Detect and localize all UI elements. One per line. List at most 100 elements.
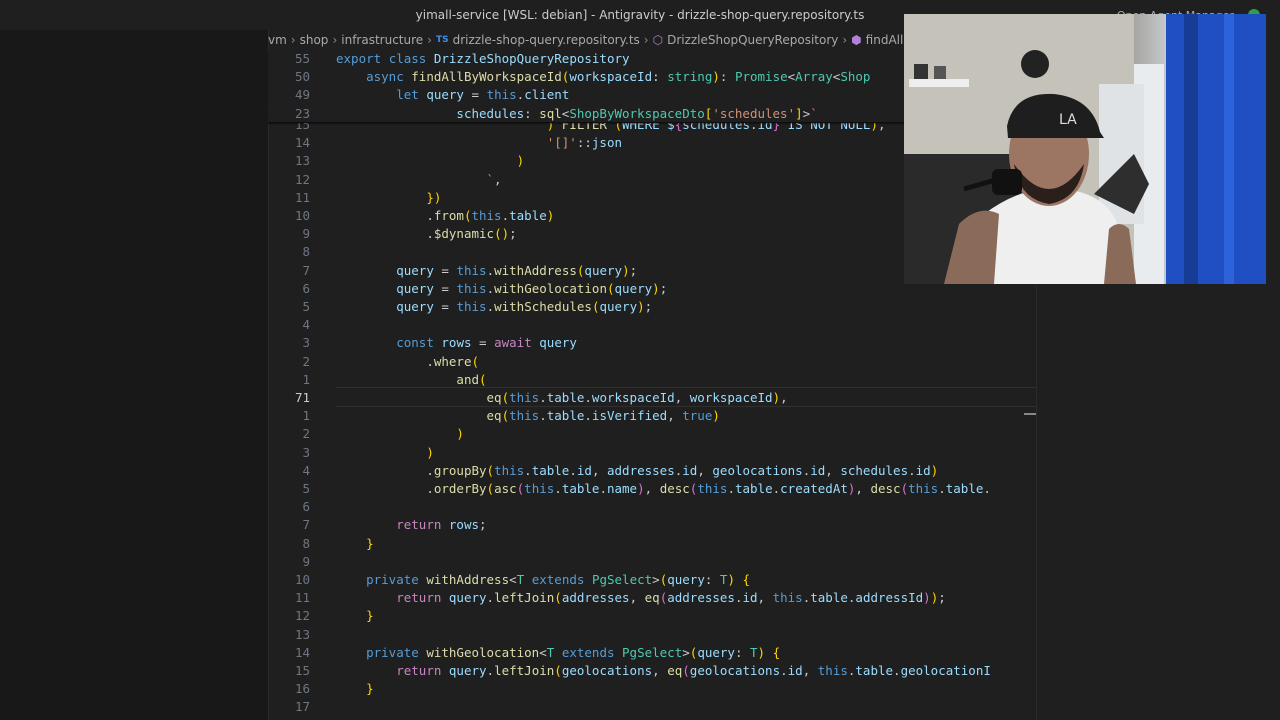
chevron-right-icon: › bbox=[643, 33, 649, 47]
code-text[interactable]: } bbox=[336, 607, 374, 625]
breadcrumb-item[interactable]: infrastructure bbox=[341, 33, 423, 47]
code-line[interactable]: 7 return rows; bbox=[268, 516, 1036, 534]
code-line[interactable]: 8 } bbox=[268, 535, 1036, 553]
code-text[interactable]: return query.leftJoin(addresses, eq(addr… bbox=[336, 589, 946, 607]
chevron-right-icon: › bbox=[427, 33, 432, 47]
code-text[interactable]: let query = this.client bbox=[336, 86, 569, 104]
code-text[interactable]: ) bbox=[336, 444, 434, 462]
code-line[interactable]: 3 ) bbox=[268, 444, 1036, 462]
code-text[interactable]: ) bbox=[336, 152, 525, 170]
line-number: 5 bbox=[302, 481, 310, 496]
code-text[interactable]: async findAllByWorkspaceId(workspaceId: … bbox=[336, 68, 870, 86]
typescript-file-icon: TS bbox=[435, 35, 449, 45]
line-number: 10 bbox=[294, 208, 310, 223]
line-number: 11 bbox=[294, 189, 310, 205]
code-text[interactable]: const rows = await query bbox=[336, 334, 577, 352]
code-line[interactable]: 17 bbox=[268, 698, 1036, 716]
code-line[interactable]: 5 .orderBy(asc(this.table.name), desc(th… bbox=[268, 480, 1036, 498]
line-number: 8 bbox=[302, 535, 310, 551]
line-number: 4 bbox=[302, 462, 310, 478]
line-number: 17 bbox=[294, 699, 310, 715]
code-text[interactable]: ) bbox=[336, 425, 464, 443]
method-symbol-icon: ⬢ bbox=[851, 33, 862, 47]
line-number: 6 bbox=[302, 280, 310, 296]
code-text[interactable]: private withGeolocation<T extends PgSele… bbox=[336, 644, 780, 662]
code-text[interactable]: eq(this.table.isVerified, true) bbox=[336, 407, 720, 425]
line-number: 49 bbox=[294, 87, 310, 103]
line-number: 8 bbox=[302, 244, 310, 260]
code-line[interactable]: 5 query = this.withSchedules(query); bbox=[268, 298, 1036, 316]
webcam-overlay: LA bbox=[904, 14, 1266, 284]
svg-text:LA: LA bbox=[1059, 112, 1077, 128]
code-text[interactable]: `, bbox=[336, 171, 502, 189]
line-number: 12 bbox=[294, 608, 310, 624]
line-number: 9 bbox=[302, 226, 310, 242]
overview-ruler-marker bbox=[1024, 413, 1036, 415]
sidebar-area bbox=[0, 30, 269, 720]
code-line[interactable]: 12 } bbox=[268, 607, 1036, 625]
code-text[interactable]: .groupBy(this.table.id, addresses.id, ge… bbox=[336, 462, 938, 480]
line-number: 11 bbox=[294, 590, 310, 606]
empty-pane bbox=[1036, 285, 1280, 720]
code-text[interactable]: .from(this.table) bbox=[336, 207, 554, 225]
code-text[interactable]: .orderBy(asc(this.table.name), desc(this… bbox=[336, 480, 991, 498]
code-line[interactable]: 2 ) bbox=[268, 425, 1036, 443]
window-title: yimall-service [WSL: debian] - Antigravi… bbox=[415, 8, 865, 22]
code-line[interactable]: 15 return query.leftJoin(geolocations, e… bbox=[268, 662, 1036, 680]
code-line[interactable]: 9 bbox=[268, 553, 1036, 571]
code-line[interactable]: 13 bbox=[268, 626, 1036, 644]
code-text[interactable]: '[]'::json bbox=[336, 134, 622, 152]
code-text[interactable]: } bbox=[336, 680, 374, 698]
line-number: 13 bbox=[294, 153, 310, 169]
code-line[interactable]: 6 bbox=[268, 498, 1036, 516]
code-line[interactable]: 4 bbox=[268, 316, 1036, 334]
breadcrumb-item[interactable]: vm bbox=[268, 33, 287, 47]
code-text[interactable]: }) bbox=[336, 189, 441, 207]
line-number: 15 bbox=[294, 663, 310, 678]
code-line[interactable]: 1 eq(this.table.isVerified, true) bbox=[268, 407, 1036, 425]
code-line[interactable]: 11 return query.leftJoin(addresses, eq(a… bbox=[268, 589, 1036, 607]
line-number: 14 bbox=[294, 644, 310, 660]
code-text[interactable]: .$dynamic(); bbox=[336, 225, 516, 243]
code-line[interactable]: 2 .where( bbox=[268, 353, 1036, 371]
chevron-right-icon: › bbox=[290, 33, 296, 47]
code-text[interactable]: query = this.withSchedules(query); bbox=[336, 298, 652, 316]
breadcrumb-item[interactable]: DrizzleShopQueryRepository bbox=[667, 33, 838, 47]
code-text[interactable]: .where( bbox=[336, 353, 479, 371]
chevron-right-icon: › bbox=[842, 33, 848, 47]
chevron-right-icon: › bbox=[332, 33, 338, 47]
line-number: 12 bbox=[294, 171, 310, 187]
line-number: 10 bbox=[294, 572, 310, 587]
current-line-highlight bbox=[336, 387, 1036, 407]
code-line[interactable]: 10 private withAddress<T extends PgSelec… bbox=[268, 571, 1036, 589]
line-number: 23 bbox=[294, 105, 310, 121]
code-line[interactable]: 14 private withGeolocation<T extends PgS… bbox=[268, 644, 1036, 662]
line-number: 2 bbox=[302, 353, 310, 369]
line-number: 4 bbox=[302, 317, 310, 333]
line-number: 55 bbox=[294, 51, 310, 66]
line-number: 1 bbox=[302, 408, 310, 424]
line-number: 9 bbox=[302, 553, 310, 569]
line-number: 3 bbox=[302, 444, 310, 460]
code-text[interactable]: private withAddress<T extends PgSelect>(… bbox=[336, 571, 750, 589]
line-number: 3 bbox=[302, 335, 310, 351]
line-number: 50 bbox=[294, 69, 310, 85]
code-text[interactable]: query = this.withAddress(query); bbox=[336, 262, 637, 280]
code-line[interactable]: 4 .groupBy(this.table.id, addresses.id, … bbox=[268, 462, 1036, 480]
breadcrumb-item[interactable]: shop bbox=[300, 33, 329, 47]
webcam-person-image: LA bbox=[904, 14, 1266, 284]
code-text[interactable]: return rows; bbox=[336, 516, 486, 534]
code-text[interactable]: schedules: sql<ShopByWorkspaceDto['sched… bbox=[336, 105, 817, 123]
code-text[interactable]: query = this.withGeolocation(query); bbox=[336, 280, 667, 298]
code-text[interactable]: export class DrizzleShopQueryRepository bbox=[336, 50, 630, 68]
code-line[interactable]: 16 } bbox=[268, 680, 1036, 698]
line-number: 2 bbox=[302, 426, 310, 442]
line-number: 71 bbox=[294, 390, 310, 405]
code-text[interactable]: } bbox=[336, 535, 374, 553]
line-number: 16 bbox=[294, 681, 310, 697]
code-line[interactable]: 3 const rows = await query bbox=[268, 334, 1036, 352]
breadcrumb-item[interactable]: drizzle-shop-query.repository.ts bbox=[453, 33, 640, 47]
code-text[interactable]: return query.leftJoin(geolocations, eq(g… bbox=[336, 662, 991, 680]
line-number: 5 bbox=[302, 299, 310, 314]
line-number: 7 bbox=[302, 262, 310, 278]
